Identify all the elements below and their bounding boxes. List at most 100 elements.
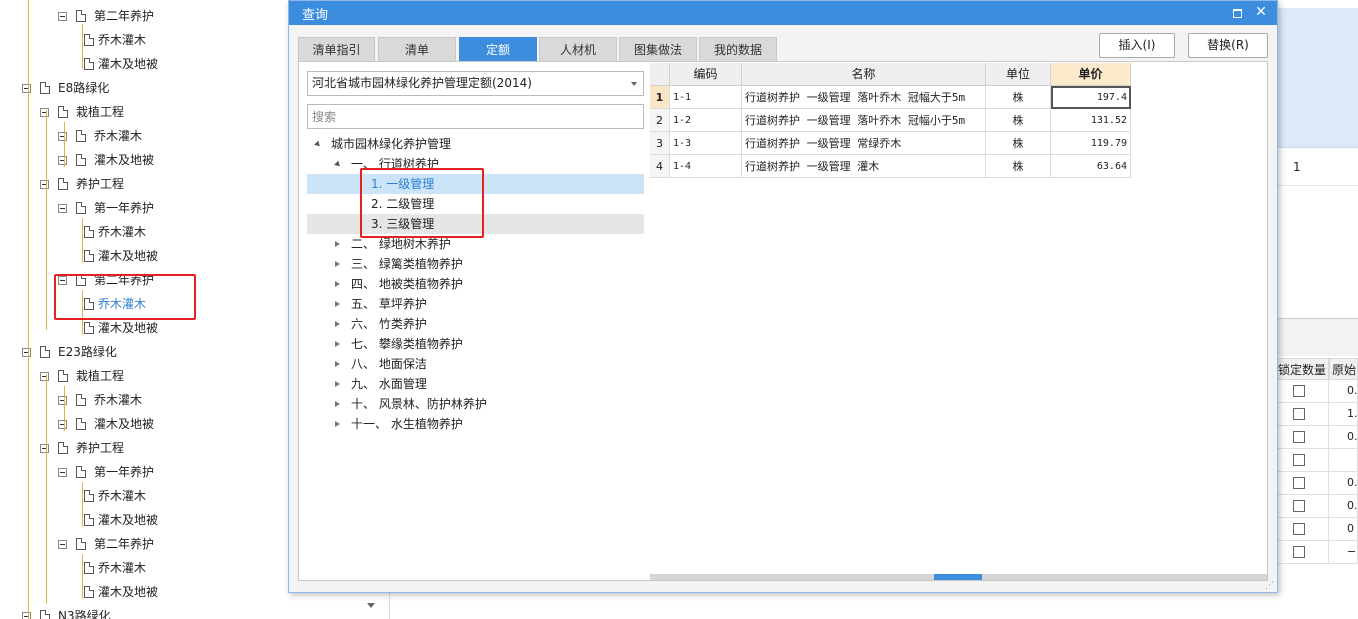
replace-button[interactable]: 替换(R) (1188, 33, 1268, 58)
grid-price-cell[interactable]: 119.79 (1051, 132, 1131, 155)
scrollbar-thumb[interactable] (934, 574, 982, 580)
collapse-toggle-icon[interactable] (58, 468, 67, 477)
checkbox[interactable] (1293, 500, 1305, 512)
tab-quota[interactable]: 定额 (459, 37, 537, 61)
collapse-toggle-icon[interactable] (58, 12, 67, 21)
tree-root[interactable]: 城市园林绿化养护管理 (309, 134, 639, 154)
grid-price-cell[interactable]: 63.64 (1051, 155, 1131, 178)
tree-node[interactable]: N3路绿化 (22, 606, 340, 619)
grid-unit-cell[interactable]: 株 (986, 132, 1051, 155)
right-data-row[interactable]: 1 (1277, 148, 1358, 186)
collapse-toggle-icon[interactable] (58, 276, 67, 285)
tree-section[interactable]: 二、 绿地树木养护 (309, 234, 639, 254)
price-header[interactable]: 单价 (1051, 63, 1131, 86)
expand-arrow-icon[interactable] (335, 301, 340, 307)
horizontal-scrollbar[interactable] (650, 574, 1267, 580)
expand-arrow-icon[interactable] (334, 160, 342, 169)
tree-section-expanded[interactable]: 一、 行道树养护 (309, 154, 639, 174)
dialog-titlebar[interactable]: 查询 ✕ (289, 1, 1277, 25)
grid-unit-cell[interactable]: 株 (986, 86, 1051, 109)
grid-unit-cell[interactable]: 株 (986, 109, 1051, 132)
collapse-toggle-icon[interactable] (22, 348, 31, 357)
tree-leaf-item[interactable]: 1. 一级管理 (307, 174, 644, 194)
collapse-toggle-icon[interactable] (40, 444, 49, 453)
expand-arrow-icon[interactable] (335, 341, 340, 347)
expand-arrow-icon[interactable] (314, 140, 322, 149)
scroll-down-arrow-icon[interactable] (367, 603, 375, 608)
lock-checkbox-cell[interactable] (1277, 380, 1329, 403)
grid-name-cell[interactable]: 行道树养护 一级管理 落叶乔木 冠幅小于5m (742, 109, 986, 132)
grid-code-cell[interactable]: 1-1 (670, 86, 742, 109)
expand-arrow-icon[interactable] (335, 321, 340, 327)
collapse-toggle-icon[interactable] (58, 204, 67, 213)
tree-section[interactable]: 十一、 水生植物养护 (309, 414, 639, 434)
tab-bill[interactable]: 清单 (378, 37, 456, 61)
expand-arrow-icon[interactable] (335, 401, 340, 407)
lock-checkbox-cell[interactable] (1277, 518, 1329, 541)
grid-code-cell[interactable]: 1-3 (670, 132, 742, 155)
resize-grip-icon[interactable]: ⋰ (1265, 581, 1275, 591)
tree-leaf-item[interactable]: 2. 二级管理 (307, 194, 644, 214)
expand-arrow-icon[interactable] (335, 241, 340, 247)
grid-price-cell[interactable]: 197.4 (1051, 86, 1131, 109)
grid-code-cell[interactable]: 1-2 (670, 109, 742, 132)
checkbox[interactable] (1293, 408, 1305, 420)
grid-name-cell[interactable]: 行道树养护 一级管理 落叶乔木 冠幅大于5m (742, 86, 986, 109)
checkbox[interactable] (1293, 546, 1305, 558)
tree-section[interactable]: 五、 草坪养护 (309, 294, 639, 314)
tree-section[interactable]: 十、 风景林、防护林养护 (309, 394, 639, 414)
grid-price-cell[interactable]: 131.52 (1051, 109, 1131, 132)
collapse-toggle-icon[interactable] (22, 84, 31, 93)
expand-arrow-icon[interactable] (335, 421, 340, 427)
quota-database-select[interactable]: 河北省城市园林绿化养护管理定额(2014) (307, 71, 644, 96)
collapse-toggle-icon[interactable] (22, 612, 31, 619)
collapse-toggle-icon[interactable] (40, 180, 49, 189)
collapse-toggle-icon[interactable] (58, 132, 67, 141)
collapse-toggle-icon[interactable] (58, 420, 67, 429)
grid-code-cell[interactable]: 1-4 (670, 155, 742, 178)
expand-arrow-icon[interactable] (335, 281, 340, 287)
collapse-toggle-icon[interactable] (58, 540, 67, 549)
expand-arrow-icon[interactable] (335, 361, 340, 367)
checkbox[interactable] (1293, 431, 1305, 443)
name-header[interactable]: 名称 (742, 63, 986, 86)
original-value-cell: 1. (1329, 403, 1358, 426)
grid-name-cell[interactable]: 行道树养护 一级管理 常绿乔木 (742, 132, 986, 155)
tree-section[interactable]: 六、 竹类养护 (309, 314, 639, 334)
expand-arrow-icon[interactable] (335, 261, 340, 267)
tree-section[interactable]: 七、 攀缘类植物养护 (309, 334, 639, 354)
tree-leaf-item[interactable]: 3. 三级管理 (307, 214, 644, 234)
collapse-toggle-icon[interactable] (58, 156, 67, 165)
tab-my-data[interactable]: 我的数据 (699, 37, 777, 61)
collapse-toggle-icon[interactable] (40, 108, 49, 117)
close-icon[interactable]: ✕ (1253, 4, 1269, 20)
tree-section[interactable]: 八、 地面保洁 (309, 354, 639, 374)
checkbox[interactable] (1293, 477, 1305, 489)
tree-section[interactable]: 四、 地被类植物养护 (309, 274, 639, 294)
collapse-toggle-icon[interactable] (58, 396, 67, 405)
lock-checkbox-cell[interactable] (1277, 403, 1329, 426)
maximize-icon[interactable] (1229, 5, 1245, 21)
lock-checkbox-cell[interactable] (1277, 426, 1329, 449)
checkbox[interactable] (1293, 385, 1305, 397)
grid-unit-cell[interactable]: 株 (986, 155, 1051, 178)
collapse-toggle-icon[interactable] (40, 372, 49, 381)
tree-section[interactable]: 三、 绿篱类植物养护 (309, 254, 639, 274)
tab-bill-guide[interactable]: 清单指引 (298, 37, 375, 61)
document-icon (84, 226, 94, 238)
grid-name-cell[interactable]: 行道树养护 一级管理 灌木 (742, 155, 986, 178)
lock-checkbox-cell[interactable] (1277, 449, 1329, 472)
tab-labor-material-machine[interactable]: 人材机 (539, 37, 617, 61)
unit-header[interactable]: 单位 (986, 63, 1051, 86)
insert-button[interactable]: 插入(I) (1099, 33, 1175, 58)
expand-arrow-icon[interactable] (335, 381, 340, 387)
checkbox[interactable] (1293, 523, 1305, 535)
lock-checkbox-cell[interactable] (1277, 541, 1329, 564)
search-input[interactable] (307, 104, 644, 129)
lock-checkbox-cell[interactable] (1277, 472, 1329, 495)
tab-atlas-method[interactable]: 图集做法 (619, 37, 697, 61)
checkbox[interactable] (1293, 454, 1305, 466)
code-header[interactable]: 编码 (670, 63, 742, 86)
tree-section[interactable]: 九、 水面管理 (309, 374, 639, 394)
lock-checkbox-cell[interactable] (1277, 495, 1329, 518)
